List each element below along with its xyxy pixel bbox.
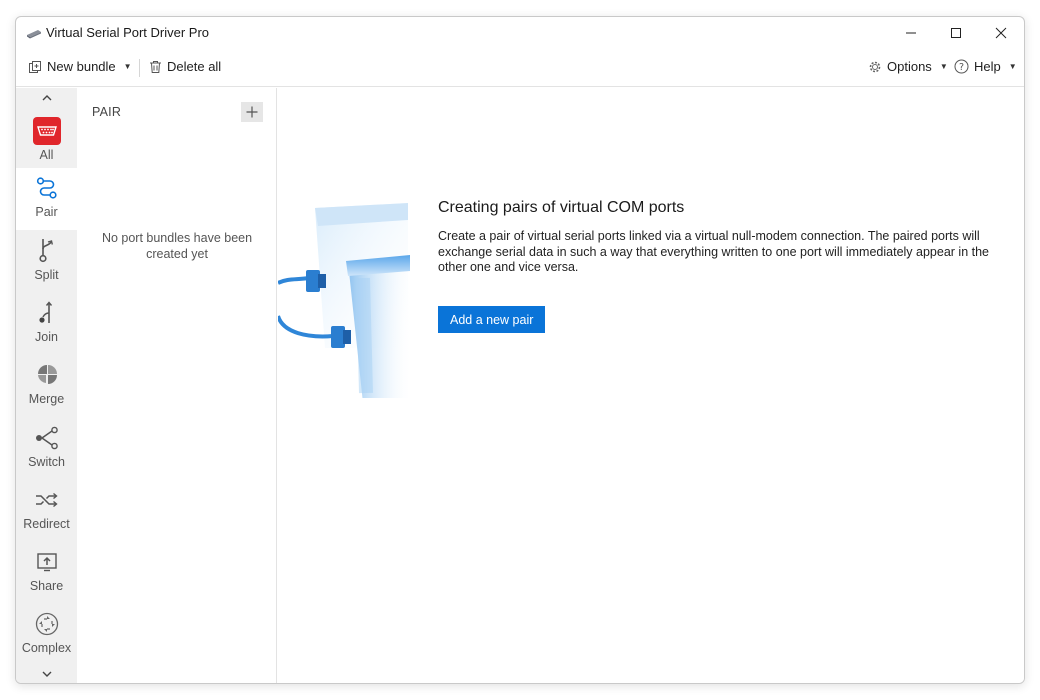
new-bundle-icon xyxy=(29,60,41,73)
sidebar-item-switch[interactable]: Switch xyxy=(16,418,77,480)
chevron-up-icon xyxy=(42,95,51,101)
chevron-down-icon: ▼ xyxy=(1008,62,1017,71)
sidebar-item-label: Pair xyxy=(35,205,58,219)
delete-all-label: Delete all xyxy=(167,59,222,74)
empty-state-message: No port bundles have been created yet xyxy=(101,231,253,261)
toolbar-divider xyxy=(139,59,140,77)
minimize-button[interactable] xyxy=(888,17,934,49)
scroll-up-button[interactable] xyxy=(16,90,77,106)
bundle-list-panel: PAIR No port bundles have been created y… xyxy=(77,88,277,683)
gear-icon xyxy=(869,61,881,72)
close-button[interactable] xyxy=(978,17,1024,49)
chevron-down-icon xyxy=(42,671,51,677)
chevron-down-icon: ▼ xyxy=(123,62,132,71)
app-logo-icon xyxy=(27,30,41,39)
sidebar-item-pair[interactable]: Pair xyxy=(16,168,77,230)
sidebar-item-share[interactable]: Share xyxy=(16,542,77,604)
svg-text:?: ? xyxy=(959,62,964,73)
sidebar-item-label: Share xyxy=(29,579,64,593)
window-title: Virtual Serial Port Driver Pro xyxy=(46,25,210,40)
serial-port-icon xyxy=(32,117,61,145)
redirect-icon xyxy=(33,486,61,514)
join-icon xyxy=(33,299,61,327)
delete-all-button[interactable]: Delete all xyxy=(149,59,221,74)
share-icon xyxy=(33,548,61,576)
sidebar-item-join[interactable]: Join xyxy=(16,293,77,355)
main-content: Creating pairs of virtual COM ports Crea… xyxy=(278,88,1024,683)
new-bundle-label: New bundle xyxy=(47,59,116,74)
add-pair-button[interactable] xyxy=(241,102,263,122)
app-window: Virtual Serial Port Driver Pro New bundl… xyxy=(15,16,1025,684)
complex-icon xyxy=(33,610,61,638)
sidebar-item-redirect[interactable]: Redirect xyxy=(16,480,77,542)
switch-icon xyxy=(33,424,61,452)
maximize-icon xyxy=(951,28,961,38)
sidebar-item-label: Split xyxy=(34,268,59,282)
com-ports-illustration-icon xyxy=(278,203,413,398)
sidebar-item-label: Merge xyxy=(28,392,65,406)
sidebar-item-label: All xyxy=(39,148,54,162)
category-sidebar: All Pair Split Join Merge Switch Redirec… xyxy=(16,88,77,683)
title-bar: Virtual Serial Port Driver Pro xyxy=(16,17,1024,49)
chevron-down-icon: ▼ xyxy=(939,62,948,71)
trash-icon xyxy=(150,60,161,73)
sidebar-item-split[interactable]: Split xyxy=(16,231,77,293)
sidebar-item-complex[interactable]: Complex xyxy=(16,604,77,666)
maximize-button[interactable] xyxy=(933,17,979,49)
split-icon xyxy=(33,237,61,265)
minimize-icon xyxy=(906,32,916,34)
scroll-down-button[interactable] xyxy=(16,666,77,682)
sidebar-item-label: Complex xyxy=(21,641,72,655)
merge-icon xyxy=(33,361,61,389)
help-label: Help xyxy=(974,59,1001,74)
section-description: Create a pair of virtual serial ports li… xyxy=(438,229,989,274)
help-icon: ? xyxy=(954,59,969,74)
pair-icon xyxy=(33,174,61,202)
sidebar-item-label: Switch xyxy=(28,455,65,469)
sidebar-item-label: Join xyxy=(35,330,58,344)
options-label: Options xyxy=(887,59,932,74)
options-menu-button[interactable]: Options ▼ xyxy=(868,59,948,74)
sidebar-item-all[interactable]: All xyxy=(16,109,77,165)
close-icon xyxy=(995,27,1007,39)
sidebar-item-label: Redirect xyxy=(23,517,70,531)
add-new-pair-button[interactable]: Add a new pair xyxy=(438,306,546,333)
panel-title: PAIR xyxy=(92,105,122,119)
help-menu-button[interactable]: ? Help ▼ xyxy=(954,59,1017,74)
sidebar-item-merge[interactable]: Merge xyxy=(16,355,77,417)
section-heading: Creating pairs of virtual COM ports xyxy=(438,199,685,216)
new-bundle-button[interactable]: New bundle ▼ xyxy=(28,59,132,74)
plus-icon xyxy=(246,106,258,118)
toolbar: New bundle ▼ Delete all Options ▼ ? Help… xyxy=(16,49,1024,87)
